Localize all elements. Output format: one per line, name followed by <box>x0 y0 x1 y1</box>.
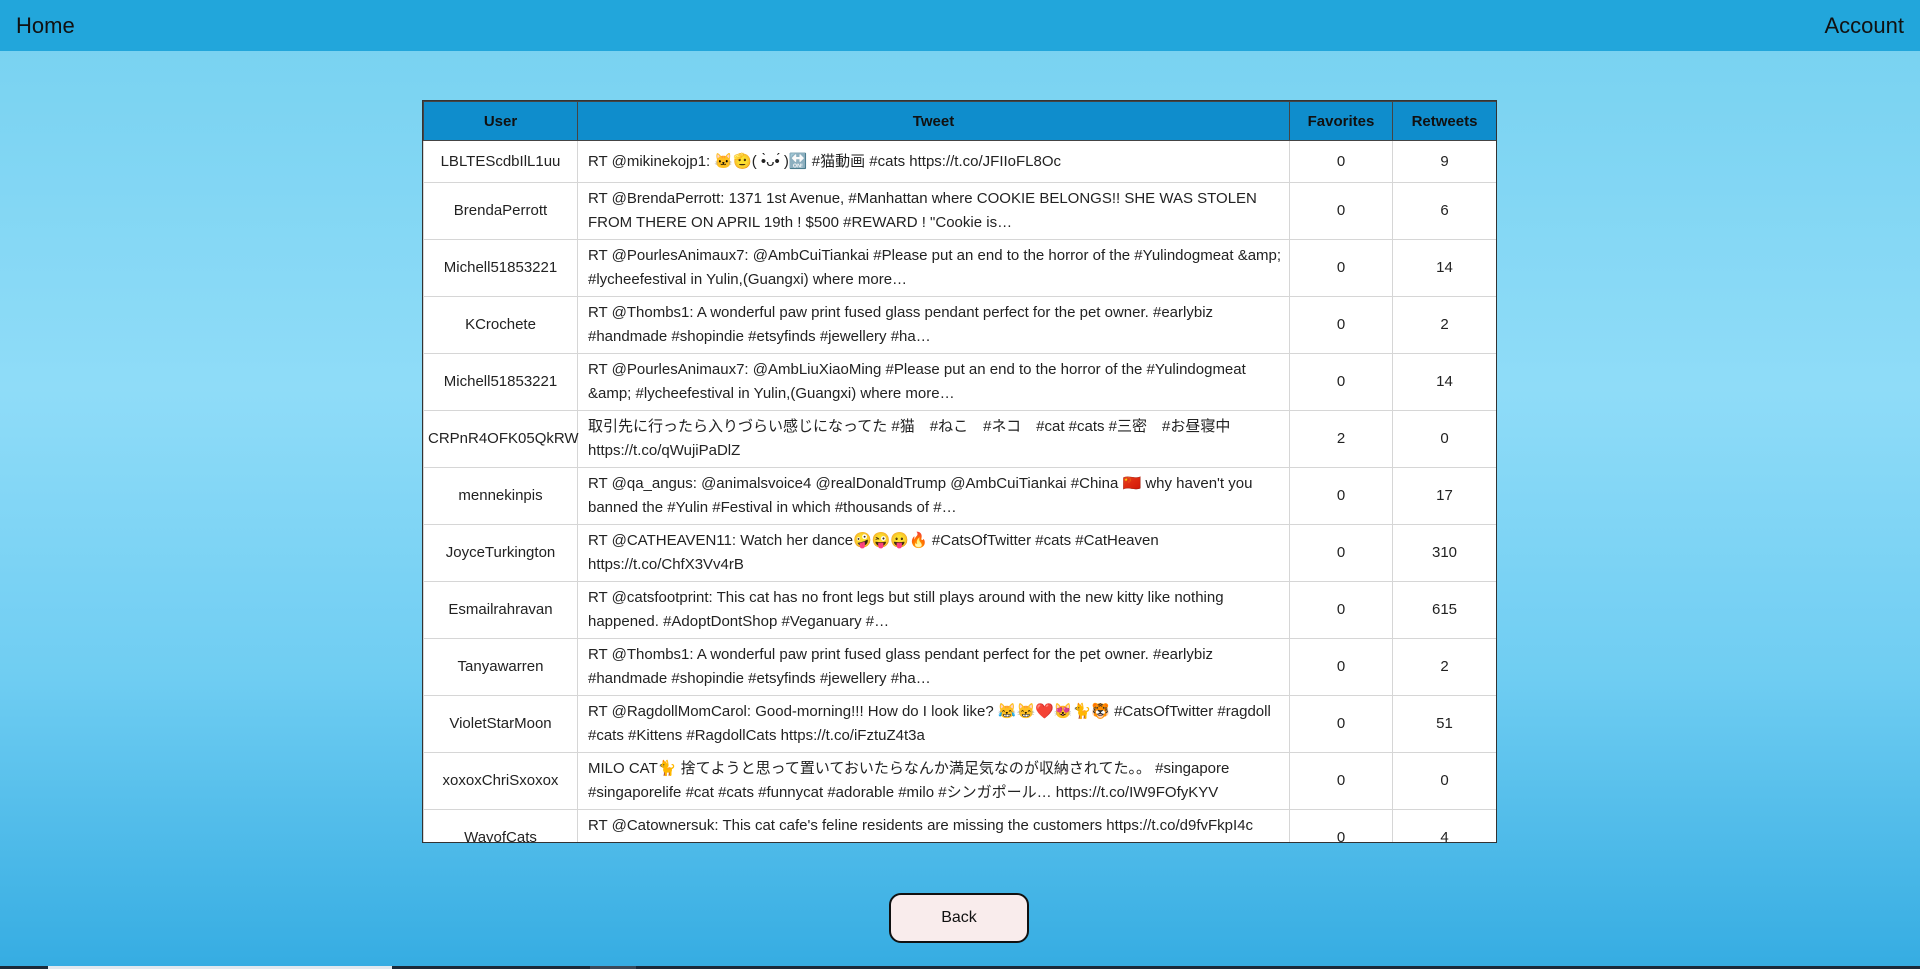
column-header-favorites[interactable]: Favorites <box>1289 101 1393 141</box>
table-row[interactable]: LBLTEScdbIlL1uu RT @mikinekojp1: 🐱🫡( •̀ᴗ•… <box>423 140 1496 183</box>
cell-user: Michell51853221 <box>423 353 578 411</box>
table-header-row: User Tweet Favorites Retweets <box>423 101 1496 141</box>
cell-user: Tanyawarren <box>423 638 578 696</box>
table-row[interactable]: Michell51853221 RT @PourlesAnimaux7: @Amb… <box>423 239 1496 297</box>
table-row[interactable]: KCrochete RT @Thombs1: A wonderful paw pr… <box>423 296 1496 354</box>
column-header-retweets[interactable]: Retweets <box>1392 101 1496 141</box>
cell-tweet: RT @CATHEAVEN11: Watch her dance🤪😜😛🔥 #Ca… <box>577 524 1290 582</box>
table-row[interactable]: VioletStarMoon RT @RagdollMomCarol: Good-… <box>423 695 1496 753</box>
cell-tweet: MILO CAT🐈 捨てようと思って置いておいたらなんか満足気なのが収納されてた… <box>577 752 1290 810</box>
cell-retweets: 14 <box>1392 239 1496 297</box>
home-link[interactable]: Home <box>0 13 91 39</box>
cell-retweets: 0 <box>1392 410 1496 468</box>
table-row[interactable]: CRPnR4OFK05QkRW 取引先に行ったら入りづらい感じになってた #猫 #… <box>423 410 1496 468</box>
cell-tweet: RT @Thombs1: A wonderful paw print fused… <box>577 638 1290 696</box>
cell-retweets: 9 <box>1392 140 1496 183</box>
cell-favorites: 0 <box>1289 638 1393 696</box>
cell-tweet: RT @catsfootprint: This cat has no front… <box>577 581 1290 639</box>
cell-favorites: 0 <box>1289 296 1393 354</box>
table-row[interactable]: Tanyawarren RT @Thombs1: A wonderful paw … <box>423 638 1496 696</box>
cell-favorites: 0 <box>1289 140 1393 183</box>
cell-favorites: 0 <box>1289 239 1393 297</box>
cell-tweet: RT @mikinekojp1: 🐱🫡( •̀ᴗ•́ )🔛 #猫動画 #cats… <box>577 140 1290 183</box>
cell-user: BrendaPerrott <box>423 182 578 240</box>
cell-tweet: RT @BrendaPerrott: 1371 1st Avenue, #Man… <box>577 182 1290 240</box>
table-row[interactable]: Michell51853221 RT @PourlesAnimaux7: @Amb… <box>423 353 1496 411</box>
cell-user: KCrochete <box>423 296 578 354</box>
cell-retweets: 6 <box>1392 182 1496 240</box>
cell-tweet: RT @PourlesAnimaux7: @AmbLiuXiaoMing #Pl… <box>577 353 1290 411</box>
cell-favorites: 0 <box>1289 809 1393 842</box>
cell-favorites: 0 <box>1289 182 1393 240</box>
cell-user: WayofCats <box>423 809 578 842</box>
cell-favorites: 2 <box>1289 410 1393 468</box>
cell-favorites: 0 <box>1289 581 1393 639</box>
cell-user: VioletStarMoon <box>423 695 578 753</box>
table-row[interactable]: Esmailrahravan RT @catsfootprint: This ca… <box>423 581 1496 639</box>
cell-tweet: RT @Thombs1: A wonderful paw print fused… <box>577 296 1290 354</box>
cell-user: Esmailrahravan <box>423 581 578 639</box>
cell-retweets: 17 <box>1392 467 1496 525</box>
cell-retweets: 4 <box>1392 809 1496 842</box>
cell-tweet: RT @PourlesAnimaux7: @AmbCuiTiankai #Ple… <box>577 239 1290 297</box>
cell-retweets: 2 <box>1392 638 1496 696</box>
cell-user: Michell51853221 <box>423 239 578 297</box>
top-nav-bar: Home Account <box>0 0 1920 51</box>
column-header-user[interactable]: User <box>423 101 578 141</box>
table-row[interactable]: BrendaPerrott RT @BrendaPerrott: 1371 1st… <box>423 182 1496 240</box>
cell-tweet: RT @RagdollMomCarol: Good-morning!!! How… <box>577 695 1290 753</box>
cell-user: LBLTEScdbIlL1uu <box>423 140 578 183</box>
cell-favorites: 0 <box>1289 467 1393 525</box>
table-row[interactable]: WayofCats RT @Catownersuk: This cat cafe'… <box>423 809 1496 842</box>
cell-tweet: RT @Catownersuk: This cat cafe's feline … <box>577 809 1290 842</box>
cell-user: xoxoxChriSxoxox <box>423 752 578 810</box>
cell-retweets: 0 <box>1392 752 1496 810</box>
cell-user: JoyceTurkington <box>423 524 578 582</box>
cell-retweets: 51 <box>1392 695 1496 753</box>
cell-user: mennekinpis <box>423 467 578 525</box>
cell-retweets: 310 <box>1392 524 1496 582</box>
column-header-tweet[interactable]: Tweet <box>577 101 1290 141</box>
cell-retweets: 14 <box>1392 353 1496 411</box>
cell-retweets: 2 <box>1392 296 1496 354</box>
table-row[interactable]: mennekinpis RT @qa_angus: @animalsvoice4 … <box>423 467 1496 525</box>
cell-retweets: 615 <box>1392 581 1496 639</box>
cell-tweet: RT @qa_angus: @animalsvoice4 @realDonald… <box>577 467 1290 525</box>
cell-tweet: 取引先に行ったら入りづらい感じになってた #猫 #ねこ #ネコ #cat #ca… <box>577 410 1290 468</box>
account-link[interactable]: Account <box>1809 13 1920 39</box>
tweets-table-container[interactable]: User Tweet Favorites Retweets LBLTEScdbI… <box>422 100 1497 843</box>
table-row[interactable]: xoxoxChriSxoxox MILO CAT🐈 捨てようと思って置いておいたら… <box>423 752 1496 810</box>
table-row[interactable]: JoyceTurkington RT @CATHEAVEN11: Watch he… <box>423 524 1496 582</box>
tweets-table: User Tweet Favorites Retweets LBLTEScdbI… <box>423 101 1496 842</box>
cell-user: CRPnR4OFK05QkRW <box>423 410 579 468</box>
cell-favorites: 0 <box>1289 752 1393 810</box>
cell-favorites: 0 <box>1289 524 1393 582</box>
back-button[interactable]: Back <box>889 893 1029 943</box>
cell-favorites: 0 <box>1289 695 1393 753</box>
cell-favorites: 0 <box>1289 353 1393 411</box>
